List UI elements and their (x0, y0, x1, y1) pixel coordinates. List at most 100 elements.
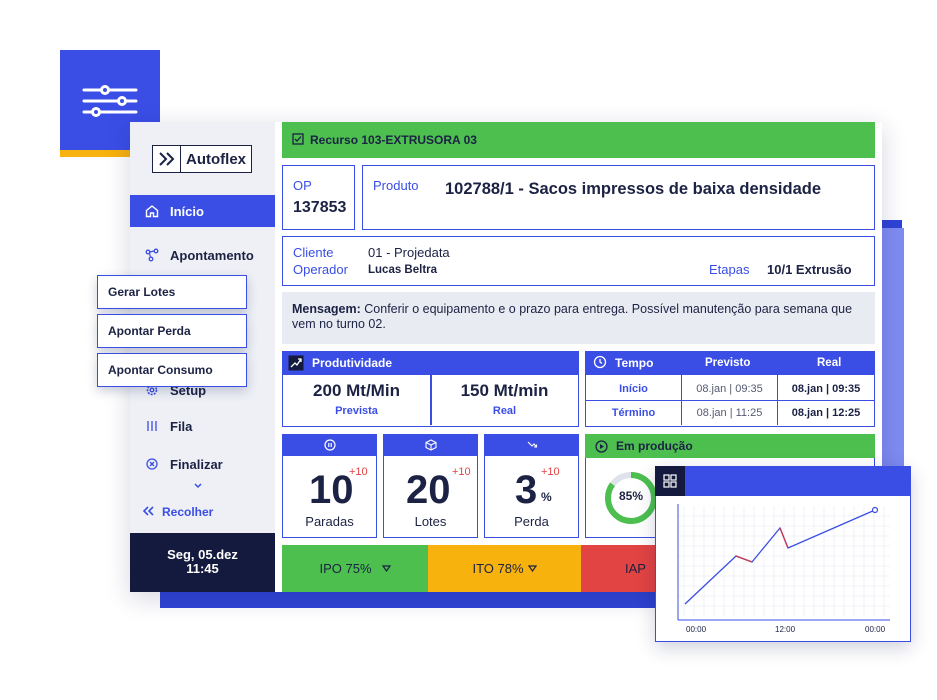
home-icon (144, 203, 160, 219)
tile-perda-header (484, 434, 579, 456)
paradas-value: 10 (309, 468, 354, 512)
perda-label: Perda (514, 514, 549, 529)
checkbox-icon (292, 132, 304, 148)
operador-label: Operador (293, 262, 348, 277)
produtividade-header: Produtividade (282, 351, 579, 375)
sidebar-item-apontamento[interactable]: Apontamento (130, 239, 275, 271)
box-icon (424, 439, 437, 451)
producao-title: Em produção (616, 439, 693, 453)
tempo-row-previsto: 08.jan | 11:25 (696, 407, 763, 419)
tempo-header: Tempo Previsto Real (585, 351, 875, 375)
real-label: Real (492, 405, 517, 417)
iap-label: IAP (625, 561, 646, 576)
x-tick: 00:00 (865, 625, 886, 634)
lotes-delta: +10 (452, 466, 471, 478)
sidebar-item-label: Fila (170, 418, 193, 434)
producao-header: Em produção (585, 434, 875, 458)
trend-up-icon (288, 355, 304, 371)
product-box: Produto 102788/1 - Sacos impressos de ba… (362, 165, 875, 230)
collapse-button[interactable]: Recolher (142, 504, 213, 519)
time-text: 11:45 (186, 561, 219, 576)
menu-item-label: Apontar Perda (108, 324, 191, 338)
message-text: Conferir o equipamento e o prazo para en… (292, 302, 853, 331)
message-box: Mensagem: Conferir o equipamento e o pra… (282, 292, 875, 344)
sidebar-item-fila[interactable]: Fila (130, 410, 275, 442)
menu-item-apontar-consumo[interactable]: Apontar Consumo (97, 353, 247, 387)
menu-item-gerar-lotes[interactable]: Gerar Lotes (97, 275, 247, 309)
lotes-label: Lotes (414, 514, 447, 529)
x-tick: 00:00 (686, 625, 707, 634)
play-circle-icon (595, 439, 608, 453)
tempo-row-label: Início (619, 382, 648, 395)
cliente-value: 01 - Projedata (368, 245, 450, 260)
list-icon (144, 418, 160, 434)
double-chevron-left-icon (142, 504, 154, 519)
sidebar-item-label: Finalizar (170, 456, 223, 472)
sidebar-item-label: Início (170, 203, 204, 219)
tempo-col-real: Real (817, 357, 842, 369)
menu-item-apontar-perda[interactable]: Apontar Perda (97, 314, 247, 348)
menu-item-label: Gerar Lotes (108, 285, 176, 299)
produtividade-body: 200 Mt/Min Prevista 150 Mt/min Real (282, 375, 579, 427)
app-logo: Autoflex (152, 145, 252, 173)
product-value: 102788/1 - Sacos impressos de baixa dens… (445, 180, 822, 198)
tile-perda[interactable]: 3 % +10 Perda (484, 456, 579, 538)
tempo-row-real: 08.jan | 09:35 (791, 382, 861, 395)
tile-lotes-header (383, 434, 478, 456)
tempo-row-previsto: 08.jan | 09:35 (696, 382, 763, 395)
grid-icon[interactable] (655, 466, 685, 496)
resource-label: Recurso 103-EXTRUSORA 03 (310, 133, 477, 147)
sidebar-item-finalizar[interactable]: Finalizar (130, 448, 275, 480)
chart-card-header (655, 466, 911, 496)
tile-paradas[interactable]: 10 +10 Paradas (282, 456, 377, 538)
lotes-value: 20 (406, 468, 451, 512)
message-label: Mensagem: (292, 302, 361, 316)
x-tick: 12:00 (775, 625, 796, 634)
close-circle-icon (144, 456, 160, 472)
etapas-value: 10/1 Extrusão (767, 262, 852, 277)
status-bar-ipo[interactable]: IPO 75% (282, 545, 428, 592)
collapse-label: Recolher (162, 504, 214, 519)
cliente-label: Cliente (293, 245, 334, 260)
resource-bar: Recurso 103-EXTRUSORA 03 (282, 122, 875, 158)
clock-icon (593, 355, 607, 369)
caret-down-icon (527, 565, 537, 572)
chevron-down-icon[interactable] (193, 482, 203, 493)
previsto-value: 200 Mt/Min (313, 381, 400, 400)
perda-delta: +10 (541, 466, 560, 478)
tempo-col-previsto: Previsto (705, 357, 751, 369)
logo-text: Autoflex (186, 150, 246, 168)
line-chart: 00:00 12:00 00:00 (677, 504, 890, 634)
sidebar-item-label: Apontamento (170, 247, 254, 263)
real-value: 150 Mt/min (460, 381, 549, 400)
operador-value: Lucas Beltra (368, 264, 438, 276)
op-label: OP (293, 178, 312, 193)
tile-paradas-header (282, 434, 377, 456)
pause-icon (323, 439, 336, 451)
ito-label: ITO 78% (472, 561, 524, 576)
tempo-row-label: Término (611, 407, 656, 419)
series-line (684, 509, 876, 605)
datetime-panel: Seg, 05.dez 11:45 (130, 533, 275, 592)
op-box: OP 137853 (282, 165, 355, 230)
previsto-label: Prevista (335, 405, 378, 417)
flow-icon (144, 247, 160, 263)
perda-value: 3 (515, 468, 538, 512)
paradas-delta: +10 (349, 466, 368, 478)
tempo-row-real: 08.jan | 12:25 (791, 407, 861, 419)
info-box: Cliente 01 - Projedata Operador Lucas Be… (282, 236, 875, 286)
perda-unit: % (541, 490, 552, 504)
paradas-label: Paradas (305, 514, 354, 529)
sidebar-item-inicio[interactable]: Início (130, 195, 275, 227)
trend-down-icon (527, 441, 537, 448)
date-text: Seg, 05.dez (167, 547, 238, 562)
end-point (871, 506, 879, 514)
caret-down-icon (381, 565, 391, 572)
tempo-title: Tempo (615, 356, 654, 370)
tile-lotes[interactable]: 20 +10 Lotes (383, 456, 478, 538)
status-bar-ito[interactable]: ITO 78% (428, 545, 581, 592)
producao-percent: 85% (618, 489, 644, 503)
tempo-table: Início 08.jan | 09:35 08.jan | 09:35 Tér… (585, 375, 875, 427)
menu-item-label: Apontar Consumo (108, 363, 213, 377)
product-label: Produto (373, 178, 419, 193)
